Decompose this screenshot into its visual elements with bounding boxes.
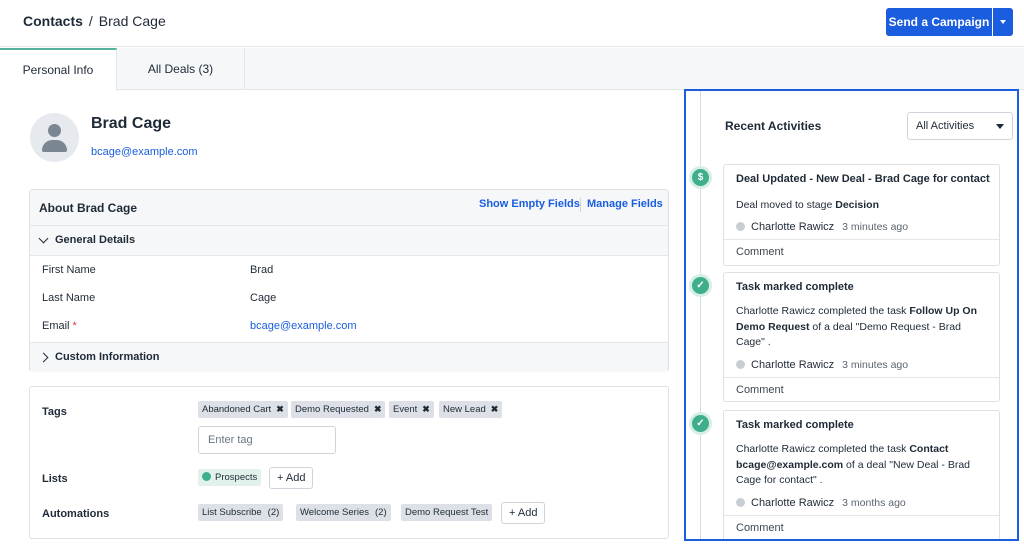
add-automation-button[interactable]: + Add	[501, 502, 546, 524]
remove-tag-icon[interactable]: ✖	[422, 404, 430, 414]
chevron-right-icon	[38, 352, 49, 363]
automation-chip-label: Welcome Series	[300, 507, 369, 518]
activity-user: Charlotte Rawicz 3 minutes ago	[736, 221, 908, 233]
automation-chip-label: Demo Request Test	[405, 507, 489, 518]
breadcrumb: Contacts / Brad Cage	[23, 13, 166, 29]
list-chip-label: Prospects	[215, 472, 258, 483]
general-details-toggle[interactable]: General Details	[30, 226, 668, 256]
avatar	[30, 113, 79, 162]
automation-chip-count: (2)	[267, 507, 280, 518]
top-bar: Contacts / Brad Cage Send a Campaign	[0, 0, 1024, 47]
activity-title: Deal Updated - New Deal - Brad Cage for …	[736, 173, 990, 185]
automation-chip-count: (2)	[375, 507, 387, 518]
tag-chip: New Lead ✖	[439, 401, 503, 418]
about-title: About Brad Cage	[39, 201, 138, 215]
last-name-value[interactable]: Cage	[250, 292, 276, 304]
send-campaign-button[interactable]: Send a Campaign	[886, 8, 992, 36]
tag-chip-label: Abandoned Cart	[202, 404, 272, 415]
check-icon: ✓	[689, 274, 712, 297]
campaign-dropdown-caret-icon[interactable]	[993, 8, 1013, 36]
enter-tag-input[interactable]	[198, 426, 336, 454]
user-avatar-icon	[736, 498, 745, 507]
automation-chip: Welcome Series (2)	[296, 504, 391, 521]
email-label: Email *	[42, 320, 77, 332]
tag-chip: Abandoned Cart ✖	[198, 401, 288, 418]
tags-lists-card: Tags Abandoned Cart ✖ Demo Requested ✖ Eve…	[29, 386, 669, 539]
chevron-down-icon	[38, 233, 49, 244]
about-card: About Brad Cage Show Empty Fields Manage…	[29, 189, 669, 372]
automations-label: Automations	[42, 508, 110, 520]
tags-label: Tags	[42, 406, 67, 418]
first-name-label: First Name	[42, 264, 96, 276]
check-circle-icon	[202, 472, 211, 481]
tag-chip-label: Demo Requested	[295, 404, 369, 415]
manage-fields-link[interactable]: Manage Fields	[587, 198, 663, 210]
automation-chip-label: List Subscribe	[202, 507, 262, 518]
activity-user: Charlotte Rawicz 3 minutes ago	[736, 359, 908, 371]
activity-card: Task marked complete Charlotte Rawicz co…	[723, 410, 1000, 539]
activity-card: Task marked complete Charlotte Rawicz co…	[723, 272, 1000, 402]
check-glyph: ✓	[696, 280, 705, 291]
required-marker: *	[72, 320, 77, 332]
timeline-line	[700, 91, 701, 539]
email-label-text: Email	[42, 320, 70, 332]
comment-link[interactable]: Comment	[724, 515, 999, 539]
activity-time: 3 minutes ago	[842, 359, 909, 371]
breadcrumb-separator: /	[88, 13, 93, 29]
remove-tag-icon[interactable]: ✖	[374, 404, 382, 414]
link-divider	[580, 198, 581, 212]
general-details-label: General Details	[55, 234, 136, 246]
email-value-link[interactable]: bcage@example.com	[250, 320, 357, 332]
tab-all-deals[interactable]: All Deals (3)	[117, 48, 245, 90]
activity-text: Charlotte Rawicz completed the task Cont…	[736, 443, 970, 486]
comment-link[interactable]: Comment	[724, 377, 999, 401]
tag-chip-label: Event	[393, 404, 418, 415]
remove-tag-icon[interactable]: ✖	[276, 404, 284, 414]
breadcrumb-current: Brad Cage	[98, 13, 166, 29]
remove-tag-icon[interactable]: ✖	[491, 404, 499, 414]
dollar-icon: $	[689, 166, 712, 189]
add-list-button[interactable]: + Add	[269, 467, 314, 489]
last-name-label: Last Name	[42, 292, 96, 304]
show-empty-fields-link[interactable]: Show Empty Fields	[479, 198, 580, 210]
dollar-glyph: $	[697, 172, 704, 183]
contact-email-link[interactable]: bcage@example.com	[91, 146, 198, 158]
user-avatar-icon	[736, 222, 745, 231]
comment-link[interactable]: Comment	[724, 239, 999, 265]
activity-text: Deal moved to stage Decision	[736, 199, 879, 211]
activity-time: 3 months ago	[842, 497, 906, 509]
activity-title: Task marked complete	[736, 281, 854, 293]
automation-chip: Demo Request Test	[401, 504, 493, 521]
activity-text: Charlotte Rawicz completed the task Foll…	[736, 305, 977, 348]
activity-user: Charlotte Rawicz 3 months ago	[736, 497, 906, 509]
tag-chip: Demo Requested ✖	[291, 401, 386, 418]
about-card-header: About Brad Cage Show Empty Fields Manage…	[30, 190, 668, 226]
activities-filter-select[interactable]: All Activities	[907, 112, 1013, 140]
activity-card: Deal Updated - New Deal - Brad Cage for …	[723, 164, 1000, 266]
check-glyph: ✓	[696, 418, 705, 429]
person-icon-body	[42, 140, 67, 152]
recent-activities-title: Recent Activities	[725, 119, 822, 133]
person-icon-head	[48, 124, 61, 137]
tag-chip: Event ✖	[389, 401, 434, 418]
recent-activities-panel: Recent Activities All Activities $ Deal …	[684, 89, 1019, 541]
check-icon: ✓	[689, 412, 712, 435]
custom-information-toggle[interactable]: Custom Information	[30, 342, 668, 372]
breadcrumb-contacts-link[interactable]: Contacts	[23, 13, 83, 29]
tab-bar: Personal Info All Deals (3)	[0, 48, 1024, 91]
automation-chip: List Subscribe (2)	[198, 504, 284, 521]
first-name-value[interactable]: Brad	[250, 264, 273, 276]
contact-name: Brad Cage	[91, 115, 172, 132]
tag-chip-label: New Lead	[443, 404, 486, 415]
lists-label: Lists	[42, 473, 68, 485]
activity-time: 3 minutes ago	[842, 221, 909, 233]
list-chip: Prospects	[198, 469, 262, 486]
user-avatar-icon	[736, 360, 745, 369]
activity-title: Task marked complete	[736, 419, 854, 431]
tab-personal-info[interactable]: Personal Info	[0, 48, 117, 91]
custom-information-label: Custom Information	[55, 351, 160, 363]
